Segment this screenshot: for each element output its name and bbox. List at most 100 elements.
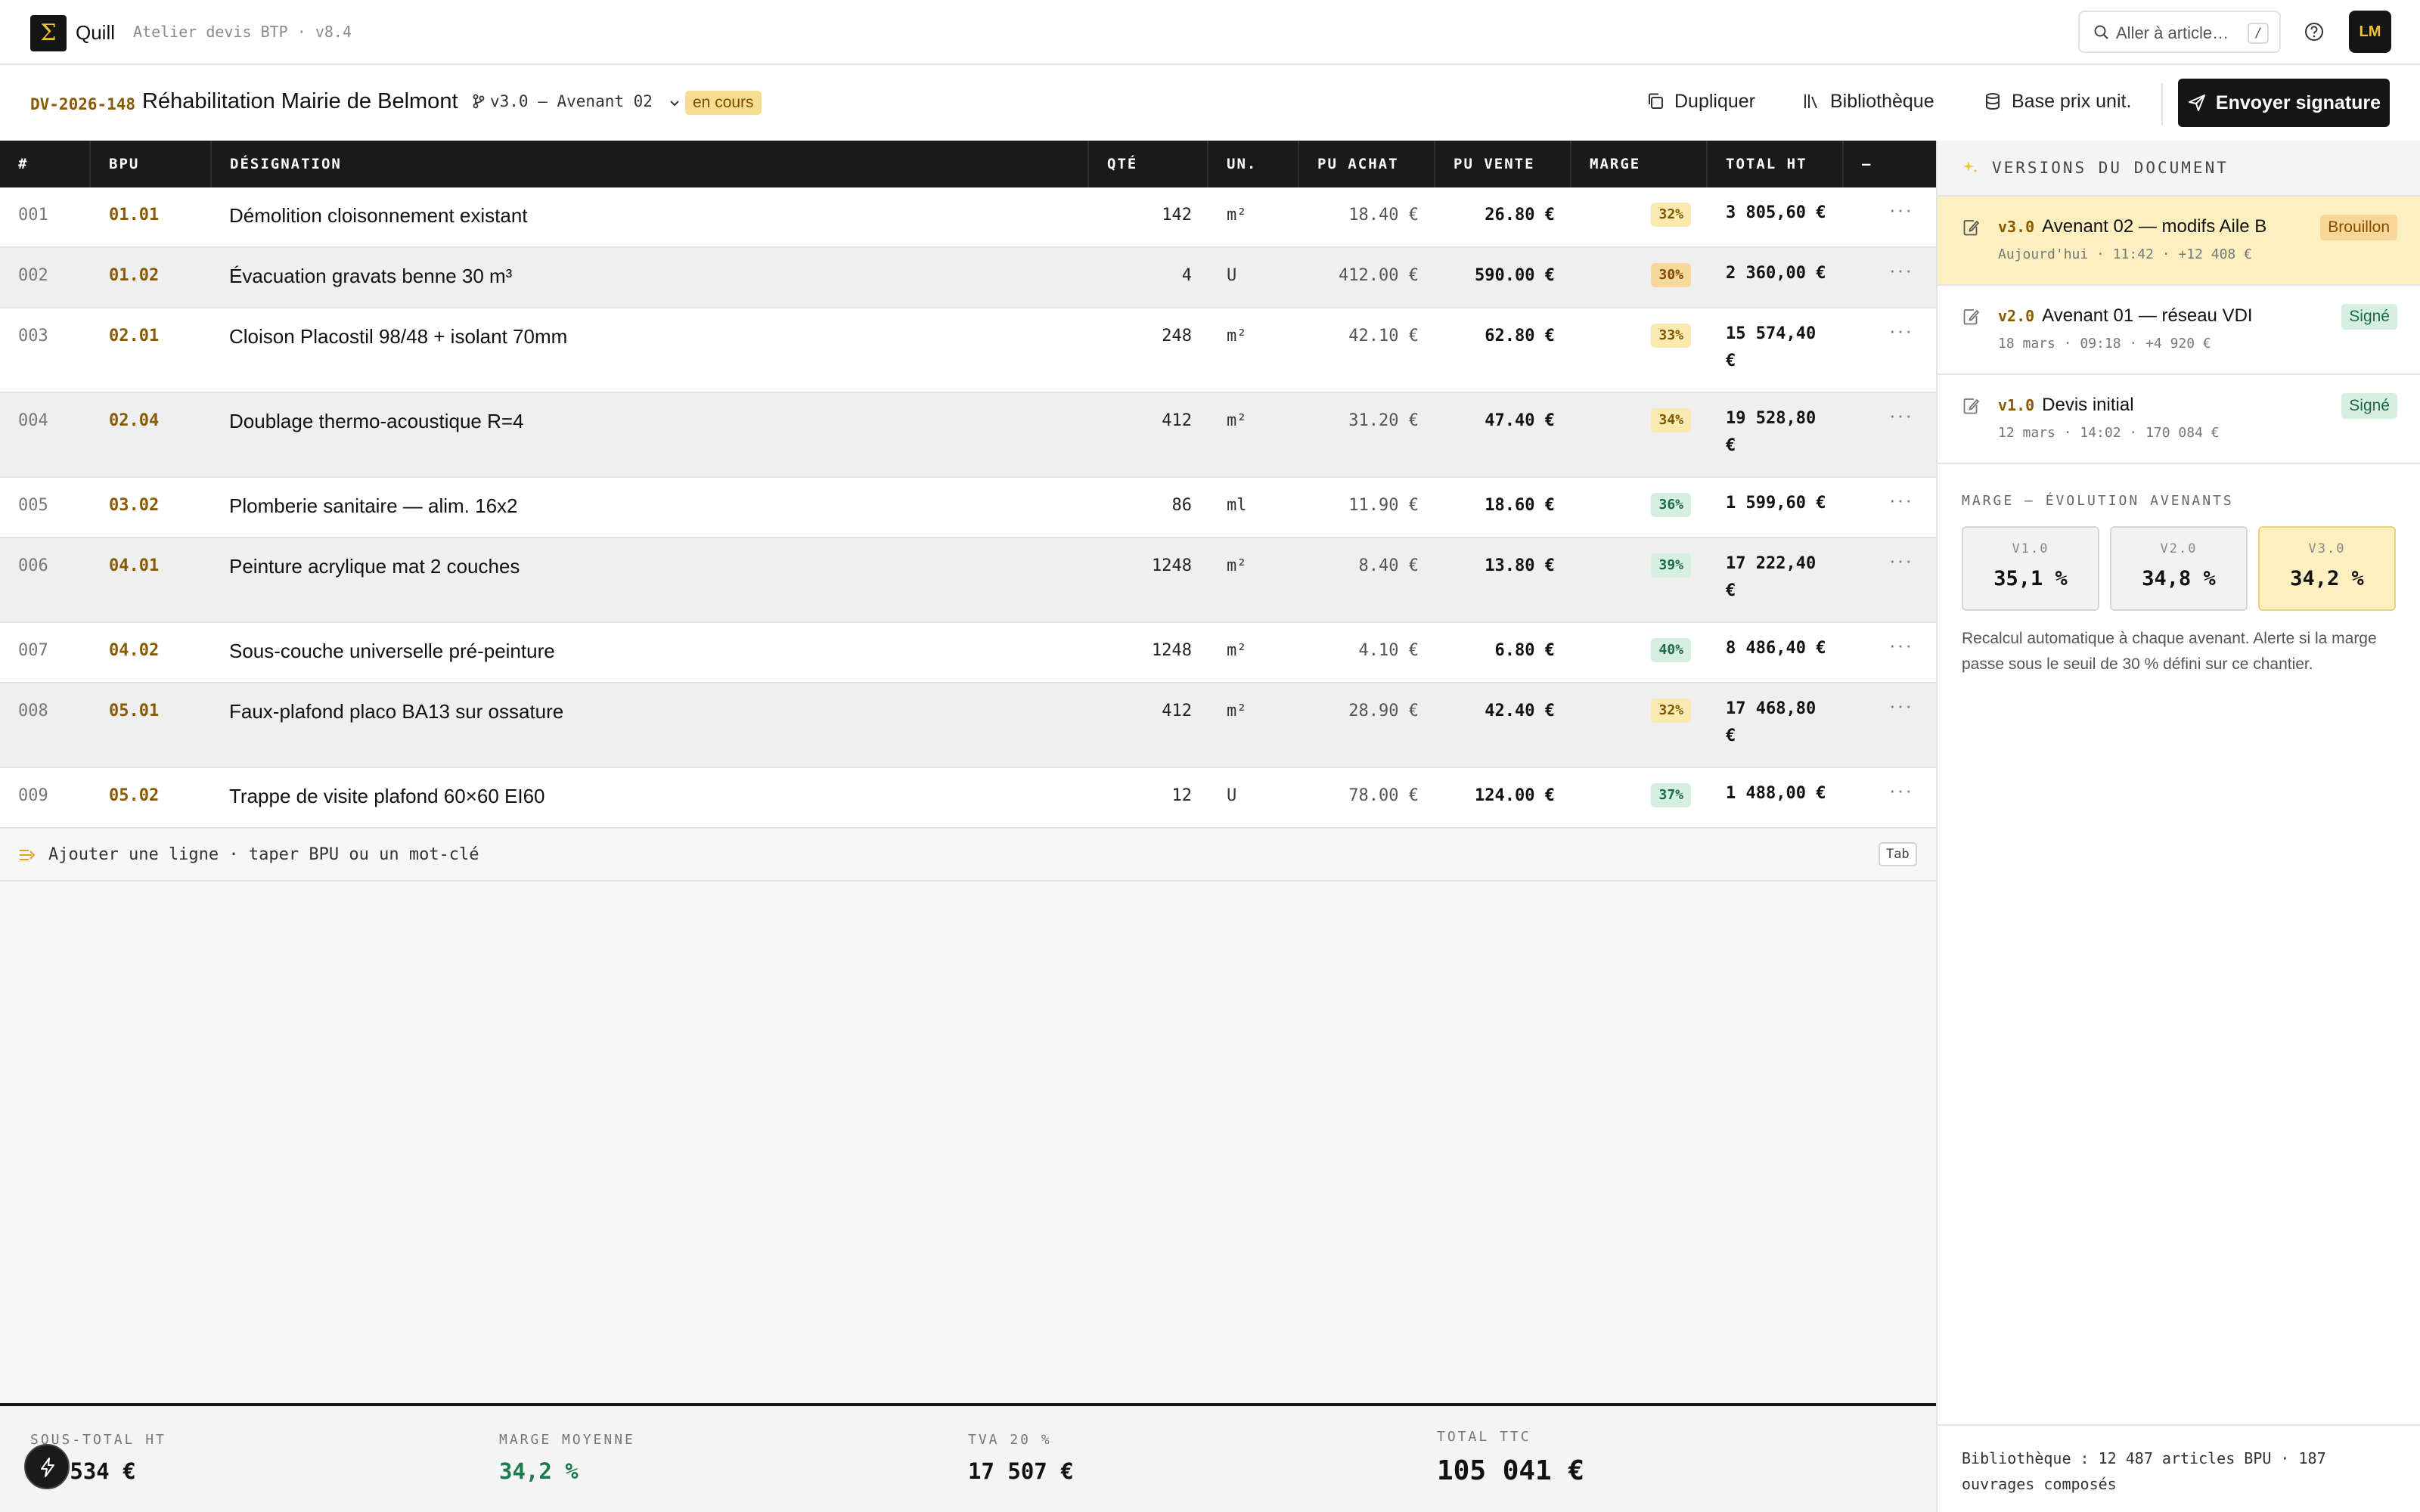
row-sell-price[interactable]: 47.40 € [1485,411,1555,430]
table-row[interactable]: 004 02.04 Doublage thermo-acoustique R=4 41… [0,393,1936,478]
row-buy-price[interactable]: 18.40 € [1348,206,1419,225]
row-bpu-code[interactable]: 02.04 [109,411,159,430]
col-header-num[interactable]: # [0,141,91,187]
row-unit[interactable]: m² [1227,206,1247,225]
quote-table: # BPU DÉSIGNATION QTÉ UN. PU ACHAT PU VE… [0,141,1936,1405]
row-designation[interactable]: Doublage thermo-acoustique R=4 [229,410,524,433]
row-more-menu-icon[interactable]: ··· [1889,549,1913,572]
row-buy-price[interactable]: 412.00 € [1339,266,1419,285]
version-item-v3[interactable]: v3.0 Avenant 02 — modifs Aile B Aujourd'h… [1938,197,2420,286]
user-avatar[interactable]: LM [2349,11,2391,53]
row-sell-price[interactable]: 13.80 € [1485,556,1555,575]
row-bpu-code[interactable]: 04.02 [109,641,159,660]
row-quantity[interactable]: 412 [1162,411,1192,430]
row-buy-price[interactable]: 28.90 € [1348,702,1419,720]
help-icon[interactable] [2304,21,2325,46]
row-unit[interactable]: m² [1227,327,1247,345]
row-bpu-code[interactable]: 05.02 [109,786,159,805]
row-quantity[interactable]: 12 [1172,786,1193,805]
row-designation[interactable]: Démolition cloisonnement existant [229,204,528,228]
search-input[interactable]: Aller à article… / [2078,11,2281,53]
app-logo[interactable]: Σ [30,15,67,51]
table-row[interactable]: 009 05.02 Trappe de visite plafond 60×60 E… [0,768,1936,829]
add-row-input[interactable]: Ajouter une ligne · taper BPU ou un mot-… [0,829,1936,881]
row-quantity[interactable]: 4 [1182,266,1192,285]
row-unit[interactable]: U [1227,786,1236,805]
row-more-menu-icon[interactable]: ··· [1889,198,1913,222]
row-buy-price[interactable]: 4.10 € [1359,641,1419,660]
row-more-menu-icon[interactable]: ··· [1889,404,1913,427]
row-sell-price[interactable]: 590.00 € [1475,266,1555,285]
table-row[interactable]: 007 04.02 Sous-couche universelle pré-pein… [0,623,1936,683]
table-row[interactable]: 006 04.01 Peinture acrylique mat 2 couches… [0,538,1936,623]
row-bpu-code[interactable]: 03.02 [109,496,159,515]
row-unit[interactable]: m² [1227,702,1247,720]
row-more-menu-icon[interactable]: ··· [1889,259,1913,282]
row-designation[interactable]: Peinture acrylique mat 2 couches [229,555,520,578]
row-bpu-code[interactable]: 04.01 [109,556,159,575]
row-bpu-code[interactable]: 01.02 [109,266,159,285]
row-quantity[interactable]: 142 [1162,206,1192,225]
col-header-sell-price[interactable]: PU VENTE [1435,141,1571,187]
row-sell-price[interactable]: 26.80 € [1485,206,1555,225]
row-total: 2 360,00 € [1726,260,1832,287]
row-quantity[interactable]: 1248 [1152,556,1192,575]
col-header-buy-price[interactable]: PU ACHAT [1299,141,1435,187]
price-base-button[interactable]: Base prix unit. [1983,91,2131,113]
row-buy-price[interactable]: 11.90 € [1348,496,1419,515]
row-quantity[interactable]: 412 [1162,702,1192,720]
table-row[interactable]: 005 03.02 Plomberie sanitaire — alim. 16x2… [0,478,1936,538]
row-more-menu-icon[interactable]: ··· [1889,319,1913,342]
row-designation[interactable]: Cloison Placostil 98/48 + isolant 70mm [229,325,567,349]
row-bpu-code[interactable]: 01.01 [109,206,159,225]
duplicate-button[interactable]: Dupliquer [1646,91,1755,113]
row-unit[interactable]: m² [1227,556,1247,575]
row-sell-price[interactable]: 62.80 € [1485,327,1555,345]
row-unit[interactable]: m² [1227,641,1247,660]
col-header-designation[interactable]: DÉSIGNATION [212,141,1089,187]
row-buy-price[interactable]: 31.20 € [1348,411,1419,430]
col-header-unit[interactable]: UN. [1208,141,1299,187]
version-item-v1[interactable]: v1.0 Devis initial 12 mars · 14:02 · 170 … [1938,375,2420,464]
row-sell-price[interactable]: 42.40 € [1485,702,1555,720]
row-unit[interactable]: ml [1227,496,1247,515]
col-header-bpu[interactable]: BPU [91,141,212,187]
row-more-menu-icon[interactable]: ··· [1889,694,1913,717]
row-buy-price[interactable]: 42.10 € [1348,327,1419,345]
version-item-v2[interactable]: v2.0 Avenant 01 — réseau VDI 18 mars · 09… [1938,286,2420,375]
row-margin: 32% [1651,203,1691,227]
row-more-menu-icon[interactable]: ··· [1889,634,1913,657]
row-sell-price[interactable]: 18.60 € [1485,496,1555,515]
row-quantity[interactable]: 86 [1172,496,1193,515]
row-designation[interactable]: Plomberie sanitaire — alim. 16x2 [229,494,518,518]
version-selector[interactable]: v3.0 — Avenant 02 [472,92,681,110]
send-signature-button[interactable]: Envoyer signature [2178,79,2390,127]
row-quantity[interactable]: 1248 [1152,641,1192,660]
row-designation[interactable]: Évacuation gravats benne 30 m³ [229,265,512,288]
quick-actions-button[interactable] [24,1444,70,1489]
row-bpu-code[interactable]: 02.01 [109,327,159,345]
table-row[interactable]: 008 05.01 Faux-plafond placo BA13 sur ossa… [0,683,1936,768]
row-designation[interactable]: Faux-plafond placo BA13 sur ossature [229,700,563,723]
col-header-margin[interactable]: MARGE [1571,141,1708,187]
row-unit[interactable]: U [1227,266,1236,285]
table-row[interactable]: 002 01.02 Évacuation gravats benne 30 m³ 4 U… [0,248,1936,308]
row-number: 006 [18,556,48,575]
row-buy-price[interactable]: 78.00 € [1348,786,1419,805]
add-row-label: Ajouter une ligne · taper BPU ou un mot-… [48,845,479,864]
row-more-menu-icon[interactable]: ··· [1889,779,1913,802]
row-unit[interactable]: m² [1227,411,1247,430]
row-designation[interactable]: Trappe de visite plafond 60×60 EI60 [229,785,545,808]
row-more-menu-icon[interactable]: ··· [1889,488,1913,512]
row-quantity[interactable]: 248 [1162,327,1192,345]
row-buy-price[interactable]: 8.40 € [1359,556,1419,575]
row-designation[interactable]: Sous-couche universelle pré-peinture [229,640,555,663]
library-button[interactable]: Bibliothèque [1801,91,1934,113]
col-header-total[interactable]: TOTAL HT [1708,141,1844,187]
table-row[interactable]: 003 02.01 Cloison Placostil 98/48 + isolan… [0,308,1936,393]
table-row[interactable]: 001 01.01 Démolition cloisonnement existan… [0,187,1936,248]
row-bpu-code[interactable]: 05.01 [109,702,159,720]
col-header-qty[interactable]: QTÉ [1089,141,1208,187]
row-sell-price[interactable]: 124.00 € [1475,786,1555,805]
row-sell-price[interactable]: 6.80 € [1495,641,1555,660]
